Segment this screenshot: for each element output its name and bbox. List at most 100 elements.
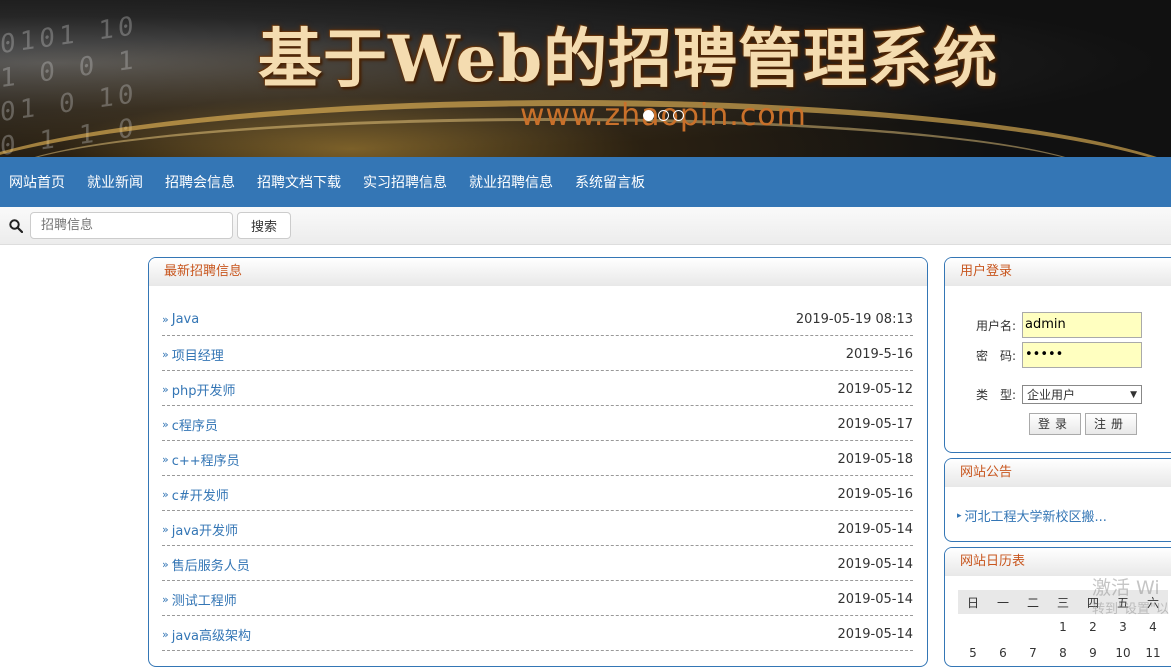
job-date: 2019-05-18 [837, 451, 913, 467]
day-cell[interactable]: 4 [1138, 614, 1168, 640]
user-type-select[interactable]: 企业用户 ▼ [1022, 385, 1142, 404]
password-row: 密 码: ••••• [976, 342, 1142, 368]
nav-guestbook[interactable]: 系统留言板 [575, 172, 645, 192]
job-link[interactable]: » Java [162, 312, 199, 327]
day-cell[interactable]: 3 [1108, 614, 1138, 640]
day-cell[interactable]: 7 [1018, 640, 1048, 666]
job-link[interactable]: » php开发师 [162, 380, 235, 399]
list-item: » java开发师 2019-05-14 [162, 511, 913, 546]
job-link[interactable]: » c#开发师 [162, 485, 229, 504]
job-title[interactable]: c#开发师 [172, 485, 229, 504]
list-item: » php开发师 2019-05-12 [162, 371, 913, 406]
day-cell [958, 614, 988, 640]
arrow-icon: » [162, 382, 169, 396]
weekday-cell: 一 [988, 590, 1018, 614]
job-link[interactable]: » 售后服务人员 [162, 555, 250, 574]
day-cell[interactable]: 11 [1138, 640, 1168, 666]
job-title[interactable]: 售后服务人员 [172, 555, 250, 574]
job-date: 2019-05-16 [837, 486, 913, 502]
slide-dot-1[interactable] [643, 110, 654, 121]
register-button[interactable]: 注册 [1085, 413, 1138, 435]
slide-dot-2[interactable] [658, 110, 669, 121]
arrow-icon: » [162, 347, 169, 361]
weekday-cell: 日 [958, 590, 988, 614]
job-title[interactable]: c程序员 [172, 415, 218, 434]
job-date: 2019-5-16 [845, 346, 913, 362]
job-link[interactable]: » c++程序员 [162, 450, 240, 469]
main-nav: 网站首页 就业新闻 招聘会信息 招聘文档下载 实习招聘信息 就业招聘信息 系统留… [0, 157, 1171, 207]
bullet-icon: ▸ [957, 510, 962, 521]
nav-job-fair[interactable]: 招聘会信息 [165, 172, 235, 192]
weekday-cell: 三 [1048, 590, 1078, 614]
job-link[interactable]: » c程序员 [162, 415, 218, 434]
password-label: 密 码: [976, 348, 1017, 363]
login-panel: 用户登录 用户名: admin 密 码: ••••• 类 型: 企业用户 ▼ 登… [944, 257, 1171, 453]
job-date: 2019-05-17 [837, 416, 913, 432]
notice-link[interactable]: 河北工程大学新校区搬... [965, 506, 1107, 525]
day-cell[interactable]: 5 [958, 640, 988, 666]
arrow-icon: » [162, 487, 169, 501]
day-cell[interactable]: 10 [1108, 640, 1138, 666]
search-input[interactable] [30, 212, 233, 239]
day-cell[interactable]: 1 [1048, 614, 1078, 640]
job-date: 2019-05-14 [837, 556, 913, 572]
job-link[interactable]: » 测试工程师 [162, 590, 237, 609]
job-link[interactable]: » 项目经理 [162, 345, 224, 364]
nav-internships[interactable]: 实习招聘信息 [363, 172, 447, 192]
job-date: 2019-05-14 [837, 591, 913, 607]
arrow-icon: » [162, 627, 169, 641]
user-type-value: 企业用户 [1027, 388, 1076, 402]
job-title[interactable]: java高级架构 [172, 625, 251, 644]
job-list: » Java 2019-05-19 08:13 » 项目经理 2019-5-16 » ph… [149, 286, 927, 651]
nav-home[interactable]: 网站首页 [9, 172, 65, 192]
weekday-cell: 二 [1018, 590, 1048, 614]
panel-title: 最新招聘信息 [149, 258, 927, 286]
username-label: 用户名: [976, 318, 1017, 333]
panel-title: 用户登录 [945, 258, 1171, 286]
username-row: 用户名: admin [976, 312, 1142, 338]
day-cell [1018, 614, 1048, 640]
slide-indicators [643, 110, 684, 121]
job-date: 2019-05-19 08:13 [795, 311, 913, 327]
day-cell[interactable]: 2 [1078, 614, 1108, 640]
day-cell[interactable]: 9 [1078, 640, 1108, 666]
password-input[interactable]: ••••• [1022, 342, 1142, 368]
week-row: 1 2 3 4 [958, 614, 1168, 640]
day-cell[interactable]: 8 [1048, 640, 1078, 666]
type-row: 类 型: 企业用户 ▼ [976, 385, 1142, 404]
job-title[interactable]: c++程序员 [172, 450, 240, 469]
activation-watermark: 激活 Wi [1092, 577, 1160, 599]
list-item: » java高级架构 2019-05-14 [162, 616, 913, 651]
list-item: » c++程序员 2019-05-18 [162, 441, 913, 476]
list-item: » 项目经理 2019-5-16 [162, 336, 913, 371]
job-title[interactable]: 测试工程师 [172, 590, 237, 609]
list-item: » c#开发师 2019-05-16 [162, 476, 913, 511]
nav-jobs[interactable]: 就业招聘信息 [469, 172, 553, 192]
search-button[interactable]: 搜索 [237, 212, 291, 239]
slide-dot-3[interactable] [673, 110, 684, 121]
job-title[interactable]: php开发师 [172, 380, 236, 399]
login-button[interactable]: 登录 [1029, 413, 1082, 435]
job-title[interactable]: java开发师 [172, 520, 238, 539]
search-icon [9, 219, 23, 233]
panel-title: 网站公告 [945, 459, 1171, 487]
username-input[interactable]: admin [1022, 312, 1142, 338]
day-cell [988, 614, 1018, 640]
list-item: » 售后服务人员 2019-05-14 [162, 546, 913, 581]
job-link[interactable]: » java高级架构 [162, 625, 251, 644]
job-title[interactable]: Java [172, 312, 199, 327]
arrow-icon: » [162, 417, 169, 431]
panel-title: 网站日历表 [945, 548, 1171, 576]
arrow-icon: » [162, 452, 169, 466]
notice-item[interactable]: ▸ 河北工程大学新校区搬... [957, 506, 1107, 525]
arrow-icon: » [162, 522, 169, 536]
job-date: 2019-05-14 [837, 626, 913, 642]
job-title[interactable]: 项目经理 [172, 345, 224, 364]
search-bar: 搜索 [0, 207, 1171, 245]
day-cell[interactable]: 6 [988, 640, 1018, 666]
notice-panel: 网站公告 ▸ 河北工程大学新校区搬... [944, 458, 1171, 542]
job-link[interactable]: » java开发师 [162, 520, 238, 539]
nav-documents[interactable]: 招聘文档下载 [257, 172, 341, 192]
nav-news[interactable]: 就业新闻 [87, 172, 143, 192]
dropdown-arrow-icon: ▼ [1130, 389, 1137, 400]
